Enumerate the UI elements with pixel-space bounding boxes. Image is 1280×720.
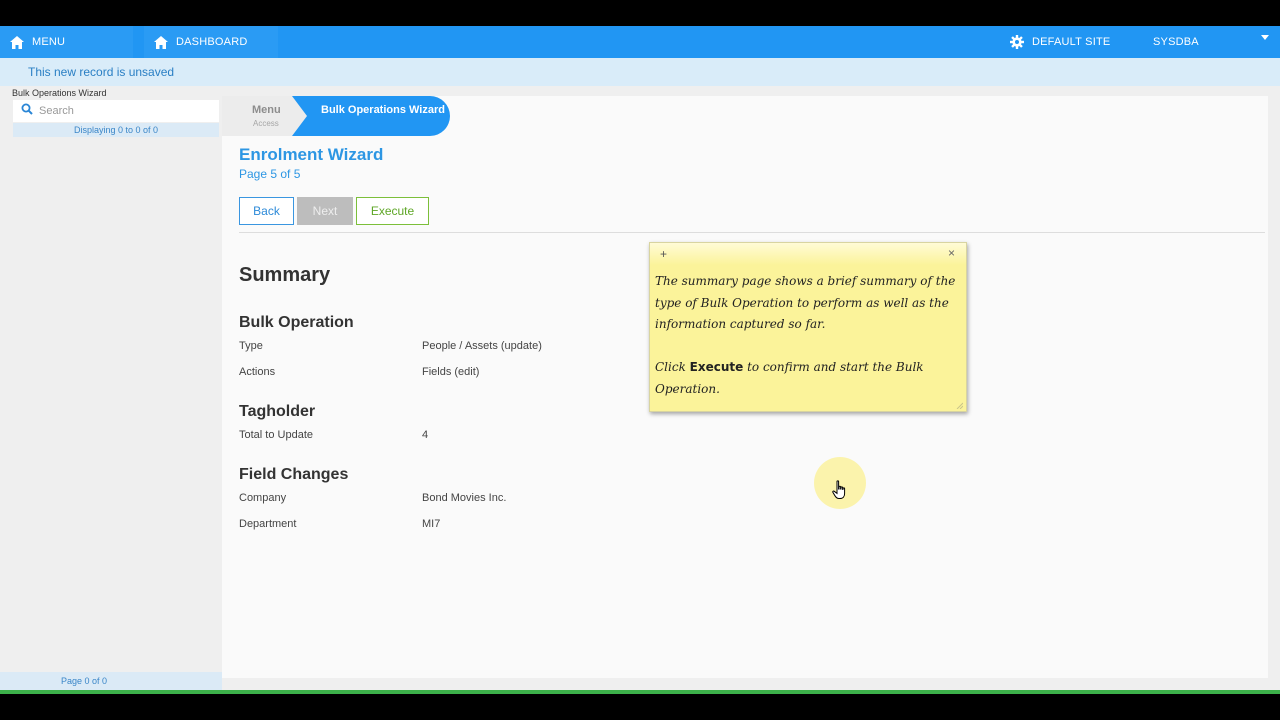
help-note-text: The summary page shows a brief summary o… — [655, 271, 960, 401]
bulk-operation-heading: Bulk Operation — [239, 314, 354, 331]
wizard-page-indicator: Page 5 of 5 — [239, 167, 301, 181]
hand-cursor-icon — [832, 480, 846, 499]
help-note-text-fragment: Click — [655, 360, 690, 375]
search-box[interactable] — [13, 100, 219, 122]
home-icon — [10, 35, 24, 49]
help-note-paragraph-2: Click Execute to confirm and start the B… — [655, 357, 960, 400]
left-panel-title: Bulk Operations Wizard — [12, 88, 107, 98]
company-label: Company — [239, 492, 287, 504]
tagholder-heading: Tagholder — [239, 403, 316, 420]
total-to-update-value: 4 — [422, 429, 429, 441]
user-menu[interactable]: SYSDBA — [1143, 26, 1280, 58]
breadcrumb-active-label: Bulk Operations Wizard — [321, 104, 445, 116]
help-note-paragraph-1: The summary page shows a brief summary o… — [655, 274, 956, 332]
type-label: Type — [239, 340, 263, 352]
menu-label: MENU — [32, 36, 66, 48]
dashboard-button[interactable]: DASHBOARD — [144, 26, 278, 58]
actions-value: Fields (edit) — [422, 366, 480, 378]
app-window: MENU DASHBOARD DEFAULT SITE SYSDBA This … — [0, 26, 1280, 694]
execute-button[interactable]: Execute — [356, 197, 429, 225]
user-label: SYSDBA — [1153, 36, 1199, 48]
help-note-header — [650, 243, 966, 265]
department-label: Department — [239, 518, 297, 530]
divider — [239, 232, 1265, 233]
gear-icon — [1010, 35, 1024, 49]
wizard-title: Enrolment Wizard — [239, 145, 384, 164]
unsaved-banner: This new record is unsaved — [0, 58, 1280, 86]
top-nav-bar: MENU DASHBOARD DEFAULT SITE SYSDBA — [0, 26, 1280, 58]
bottom-progress-strip — [0, 690, 1280, 694]
home-icon — [154, 35, 168, 49]
next-button[interactable]: Next — [297, 197, 353, 225]
site-label: DEFAULT SITE — [1032, 36, 1111, 48]
actions-label: Actions — [239, 366, 276, 378]
dashboard-label: DASHBOARD — [176, 36, 248, 48]
site-selector[interactable]: DEFAULT SITE — [1000, 26, 1130, 58]
dropdown-arrow-icon — [1261, 35, 1269, 41]
help-note-close-button[interactable]: × — [948, 246, 955, 260]
type-value: People / Assets (update) — [422, 340, 542, 352]
help-note: + × The summary page shows a brief summa… — [649, 242, 967, 412]
help-note-execute-emphasis: Execute — [689, 360, 744, 375]
breadcrumb-menu-sub: Access — [253, 119, 279, 128]
left-panel-pager: Page 0 of 0 — [0, 672, 222, 690]
search-input[interactable] — [39, 105, 209, 117]
search-icon — [21, 102, 33, 120]
help-note-add-button[interactable]: + — [660, 247, 667, 261]
department-value: MI7 — [422, 518, 441, 530]
total-to-update-label: Total to Update — [239, 429, 313, 441]
breadcrumb-active[interactable]: Bulk Operations Wizard — [292, 96, 450, 136]
company-value: Bond Movies Inc. — [422, 492, 507, 504]
back-button[interactable]: Back — [239, 197, 294, 225]
summary-heading: Summary — [239, 264, 331, 286]
menu-button[interactable]: MENU — [0, 26, 133, 58]
breadcrumb-menu-label: Menu — [252, 104, 281, 116]
resize-grip-icon[interactable] — [955, 401, 963, 409]
display-count: Displaying 0 to 0 of 0 — [13, 123, 219, 137]
breadcrumb-active-shape — [292, 96, 450, 136]
field-changes-heading: Field Changes — [239, 466, 349, 483]
